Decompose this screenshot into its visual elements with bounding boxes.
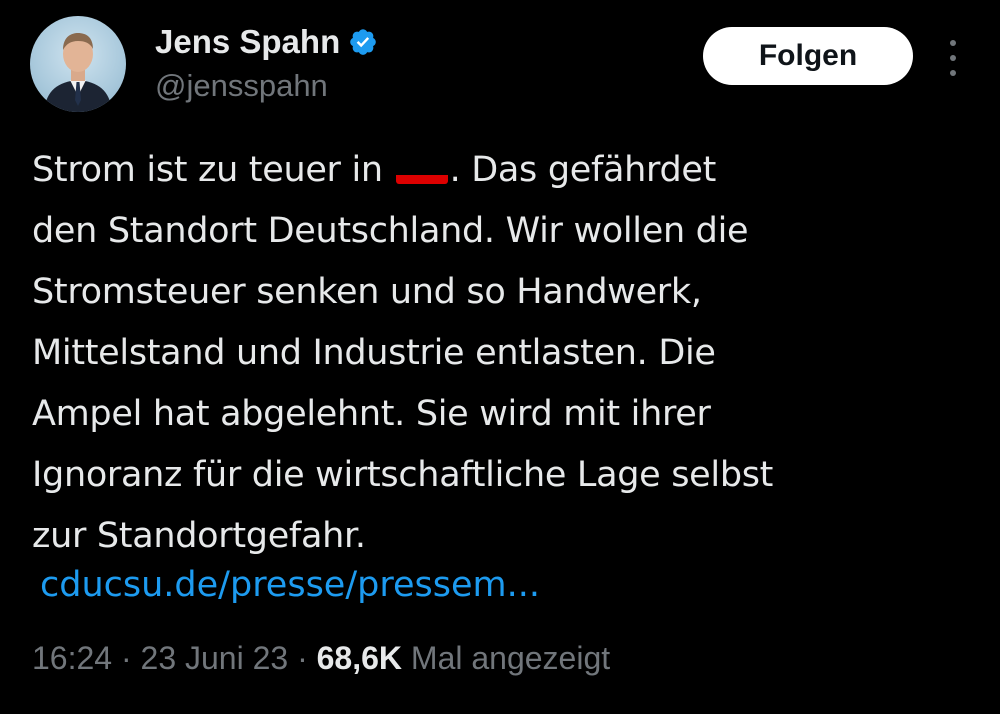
author-handle[interactable]: @jensspahn bbox=[155, 66, 328, 106]
views-label: Mal angezeigt bbox=[402, 640, 611, 676]
tweet-text-line: Ignoranz für die wirtschaftliche Lage se… bbox=[32, 455, 774, 495]
tweet-text-line: Mittelstand und Industrie entlasten. Die bbox=[32, 333, 716, 373]
tweet: Jens Spahn @jensspahn Folgen Strom ist z… bbox=[0, 0, 1000, 714]
tweet-text-line: den Standort Deutschland. Wir wollen die bbox=[32, 211, 749, 251]
tweet-text-line: Ampel hat abgelehnt. Sie wird mit ihrer bbox=[32, 394, 711, 434]
author-name-row: Jens Spahn bbox=[155, 20, 378, 64]
tweet-text-line: Strom ist zu teuer in . Das gefährdet bbox=[32, 140, 972, 201]
more-dot bbox=[950, 70, 956, 76]
more-dot bbox=[950, 40, 956, 46]
meta-separator: · bbox=[288, 640, 317, 676]
tweet-text: Strom ist zu teuer in . Das gefährdet de… bbox=[32, 140, 972, 567]
tweet-meta: 16:24 · 23 Juni 23 · 68,6K Mal angezeigt bbox=[32, 636, 610, 680]
tweet-text-line: zur Standortgefahr. bbox=[32, 516, 366, 556]
tweet-text-line: Stromsteuer senken und so Handwerk, bbox=[32, 272, 702, 312]
tweet-text-segment: . Das gefährdet bbox=[449, 150, 717, 190]
follow-button[interactable]: Folgen bbox=[703, 27, 913, 85]
views-count: 68,6K bbox=[316, 640, 403, 676]
tweet-date[interactable]: 23 Juni 23 bbox=[141, 640, 289, 676]
avatar-portrait-icon bbox=[44, 33, 112, 112]
more-vertical-icon[interactable] bbox=[938, 36, 968, 80]
tweet-text-segment: Strom ist zu teuer in bbox=[32, 150, 394, 190]
germany-flag-icon bbox=[395, 154, 448, 184]
author-display-name[interactable]: Jens Spahn bbox=[155, 20, 340, 64]
meta-separator: · bbox=[112, 640, 141, 676]
tweet-time[interactable]: 16:24 bbox=[32, 640, 112, 676]
more-dot bbox=[950, 55, 956, 61]
tweet-link[interactable]: cducsu.de/presse/pressem... bbox=[40, 560, 540, 610]
avatar[interactable] bbox=[30, 16, 126, 112]
verified-badge-icon bbox=[348, 27, 378, 57]
